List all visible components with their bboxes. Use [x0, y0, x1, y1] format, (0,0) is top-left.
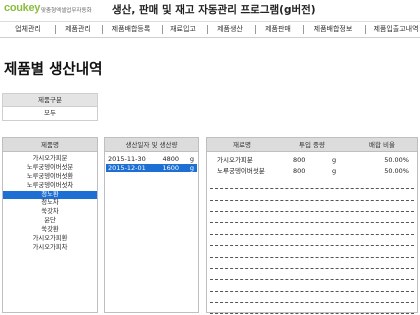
- app-header: coukey 맞춤형엑셀업무자동화 생산, 판매 및 재고 자동관리 프로그램(…: [0, 0, 420, 20]
- empty-row-line: [210, 178, 414, 190]
- product-item[interactable]: 쑥갓환: [3, 226, 97, 235]
- menu-item-sales[interactable]: 제품판매: [258, 22, 298, 37]
- app-title: 생산, 판매 및 재고 자동관리 프로그램(g버전): [112, 4, 316, 16]
- material-unit: g: [332, 167, 337, 176]
- table-row[interactable]: 노루궁뎅이버섯분 800 g 50.00%: [207, 166, 417, 177]
- product-listbox[interactable]: 가시오가피분 노루궁뎅이버섯분 노루궁뎅이버섯환 노루궁뎅이버섯차 정노환 청노…: [3, 152, 97, 253]
- empty-row-line: [210, 223, 414, 235]
- product-item[interactable]: 가시오가피차: [3, 244, 97, 253]
- menu-divider: [255, 25, 256, 34]
- material-unit: g: [332, 156, 337, 164]
- empty-row-line: [210, 235, 414, 247]
- production-dates-header: 생산일자 및 생산량: [105, 138, 198, 152]
- material-weight: 800: [293, 156, 306, 164]
- product-item[interactable]: 가시오가피환: [3, 235, 97, 244]
- menu-item-material-in[interactable]: 재료입고: [165, 22, 201, 37]
- material-name: 가시오가피분: [217, 156, 253, 164]
- product-item[interactable]: 윤단: [3, 217, 97, 226]
- menu-item-products[interactable]: 제품관리: [58, 22, 98, 37]
- empty-row-line: [210, 280, 414, 292]
- empty-row-line: [210, 258, 414, 269]
- material-ratio: 50.00%: [384, 167, 409, 176]
- materials-header: 재료명 투입 중량 배합 비율: [207, 138, 417, 152]
- product-item[interactable]: 가시오가피분: [3, 155, 97, 164]
- empty-row-line: [210, 189, 414, 201]
- empty-row-line: [210, 269, 414, 281]
- product-list-header: 제품명: [3, 138, 97, 152]
- material-weight: 800: [293, 167, 306, 176]
- production-unit: g: [189, 163, 194, 172]
- menu-divider: [365, 25, 366, 34]
- menu-divider: [162, 25, 163, 34]
- production-dates-listbox[interactable]: 2015-11-30 4800 g 2015-12-01 1600 g: [105, 152, 198, 173]
- menu-item-company[interactable]: 업체관리: [4, 22, 52, 37]
- empty-row-line: [210, 292, 414, 304]
- production-date: 2015-12-01: [108, 163, 146, 172]
- empty-row-line: [210, 201, 414, 212]
- production-dates-panel: 생산일자 및 생산량 2015-11-30 4800 g 2015-12-01 …: [104, 137, 199, 313]
- menu-divider: [55, 25, 56, 34]
- menu-item-production[interactable]: 제품생산: [210, 22, 250, 37]
- menu-item-inout-history[interactable]: 제품입출고내역: [368, 22, 420, 37]
- production-date: 2015-11-30: [108, 155, 146, 163]
- production-qty: 1600: [162, 163, 179, 172]
- production-unit: g: [189, 155, 194, 163]
- menu-divider: [102, 25, 103, 34]
- production-date-row-selected[interactable]: 2015-12-01 1600 g: [106, 163, 197, 173]
- product-item[interactable]: 노루궁뎅이버섯분: [3, 164, 97, 173]
- materials-panel: 재료명 투입 중량 배합 비율 가시오가피분 800 g 50.00% 노루궁뎅…: [206, 137, 418, 315]
- production-qty: 4800: [162, 155, 179, 163]
- materials-table: 가시오가피분 800 g 50.00% 노루궁뎅이버섯분 800 g 50.00…: [207, 155, 417, 315]
- empty-row-line: [210, 246, 414, 258]
- main-menu: 업체관리 제품관리 제품배합등록 재료입고 제품생산 제품판매 제품배합정보 제…: [0, 21, 420, 38]
- category-filter: 제품구분 모두: [2, 93, 98, 121]
- product-item[interactable]: 노루궁뎅이버섯차: [3, 182, 97, 191]
- production-date-row[interactable]: 2015-11-30 4800 g: [106, 155, 197, 164]
- brand-logo[interactable]: coukey: [4, 2, 40, 14]
- material-name: 노루궁뎅이버섯분: [217, 167, 265, 176]
- empty-row-line: [210, 303, 414, 315]
- column-header-weight: 투입 중량: [277, 138, 347, 152]
- menu-item-blend-register[interactable]: 제품배합등록: [104, 22, 158, 37]
- column-header-material: 재료명: [207, 138, 277, 152]
- page-title: 제품별 생산내역: [4, 62, 103, 78]
- product-list-panel: 제품명 가시오가피분 노루궁뎅이버섯분 노루궁뎅이버섯환 노루궁뎅이버섯차 정노…: [2, 137, 98, 313]
- brand-tagline: 맞춤형엑셀업무자동화: [41, 8, 92, 14]
- category-filter-label: 제품구분: [3, 94, 97, 107]
- product-item[interactable]: 청노차: [3, 199, 97, 208]
- table-row[interactable]: 가시오가피분 800 g 50.00%: [207, 155, 417, 166]
- empty-row-line: [210, 212, 414, 224]
- menu-divider: [303, 25, 304, 34]
- material-ratio: 50.00%: [384, 156, 409, 164]
- category-filter-select[interactable]: 모두: [3, 107, 97, 120]
- column-header-ratio: 배합 비율: [347, 138, 417, 152]
- menu-item-blend-info[interactable]: 제품배합정보: [306, 22, 360, 37]
- menu-divider: [207, 25, 208, 34]
- product-item[interactable]: 노루궁뎅이버섯환: [3, 173, 97, 182]
- product-item[interactable]: 쑥갓차: [3, 208, 97, 217]
